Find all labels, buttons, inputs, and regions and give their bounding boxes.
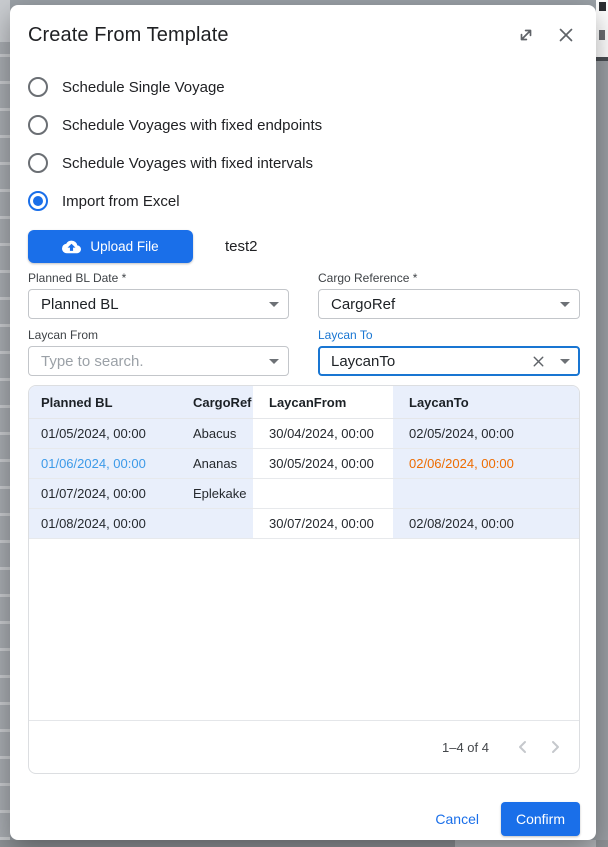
pagination-prev-button[interactable] bbox=[507, 731, 539, 763]
background-text-fragment bbox=[599, 2, 606, 11]
chevron-right-icon bbox=[545, 737, 565, 757]
mapping-fields: Planned BL Date * Cargo Reference * Layc… bbox=[28, 271, 580, 376]
table-cell: 30/04/2024, 00:00 bbox=[253, 419, 393, 448]
laycan-from-select[interactable] bbox=[28, 346, 289, 376]
pagination-next-button[interactable] bbox=[539, 731, 571, 763]
planned-bl-date-input[interactable] bbox=[41, 296, 262, 313]
table-cell bbox=[253, 479, 393, 508]
voyage-type-radio-group: Schedule Single Voyage Schedule Voyages … bbox=[28, 68, 580, 220]
dialog-header: Create From Template bbox=[28, 20, 580, 50]
table-cell: 30/05/2024, 00:00 bbox=[253, 449, 393, 478]
close-dialog-button[interactable] bbox=[552, 21, 580, 49]
radio-label: Import from Excel bbox=[62, 193, 180, 210]
background-content-right bbox=[596, 0, 608, 847]
clear-laycan-to-button[interactable] bbox=[530, 353, 547, 370]
radio-option-fixed-endpoints[interactable]: Schedule Voyages with fixed endpoints bbox=[28, 106, 580, 144]
column-header-laycanto[interactable]: LaycanTo bbox=[393, 386, 579, 418]
cloud-upload-icon bbox=[62, 239, 81, 254]
close-icon bbox=[556, 25, 576, 45]
table-empty-area bbox=[29, 539, 579, 720]
table-cell: 30/07/2024, 00:00 bbox=[253, 509, 393, 538]
radio-label: Schedule Voyages with fixed intervals bbox=[62, 155, 313, 172]
radio-option-import-from-excel[interactable]: Import from Excel bbox=[28, 182, 580, 220]
create-from-template-dialog: Create From Template Schedule Single Voy… bbox=[10, 5, 596, 840]
cargo-reference-input[interactable] bbox=[331, 296, 553, 313]
column-header-cargoref[interactable]: CargoRef bbox=[181, 386, 253, 418]
table-cell: 01/07/2024, 00:00 bbox=[29, 479, 181, 508]
dialog-title: Create From Template bbox=[28, 24, 500, 47]
radio-option-fixed-intervals[interactable]: Schedule Voyages with fixed intervals bbox=[28, 144, 580, 182]
background-divider bbox=[596, 57, 608, 61]
radio-unchecked-icon bbox=[28, 115, 48, 135]
background-text-fragment bbox=[599, 30, 605, 40]
table-cell: Abacus bbox=[181, 419, 253, 448]
chevron-left-icon bbox=[513, 737, 533, 757]
table-cell: Eplekake bbox=[181, 479, 253, 508]
radio-unchecked-icon bbox=[28, 153, 48, 173]
table-cell: 02/08/2024, 00:00 bbox=[393, 509, 579, 538]
uploaded-file-name: test2 bbox=[225, 238, 258, 255]
open-in-full-icon bbox=[516, 25, 536, 45]
planned-bl-date-select[interactable] bbox=[28, 289, 289, 319]
table-cell bbox=[393, 479, 579, 508]
planned-bl-date-label: Planned BL Date * bbox=[28, 271, 289, 285]
table-cell: 01/06/2024, 00:00 bbox=[29, 449, 181, 478]
table-cell bbox=[181, 509, 253, 538]
radio-label: Schedule Voyages with fixed endpoints bbox=[62, 117, 322, 134]
chevron-down-icon[interactable] bbox=[560, 359, 570, 364]
confirm-button[interactable]: Confirm bbox=[501, 802, 580, 836]
cargo-reference-label: Cargo Reference * bbox=[318, 271, 580, 285]
table-row: 01/07/2024, 00:00 Eplekake bbox=[29, 479, 579, 509]
field-cargo-reference: Cargo Reference * bbox=[318, 271, 580, 319]
field-planned-bl-date: Planned BL Date * bbox=[28, 271, 289, 319]
table-cell: 02/05/2024, 00:00 bbox=[393, 419, 579, 448]
chevron-down-icon[interactable] bbox=[269, 302, 279, 307]
radio-label: Schedule Single Voyage bbox=[62, 79, 225, 96]
pagination-range: 1–4 of 4 bbox=[442, 740, 489, 755]
cargo-reference-select[interactable] bbox=[318, 289, 580, 319]
table-cell: 01/08/2024, 00:00 bbox=[29, 509, 181, 538]
table-cell: 01/05/2024, 00:00 bbox=[29, 419, 181, 448]
radio-checked-icon bbox=[28, 191, 48, 211]
laycan-from-input[interactable] bbox=[41, 353, 262, 370]
upload-file-button[interactable]: Upload File bbox=[28, 230, 193, 263]
table-row: 01/05/2024, 00:00 Abacus 30/04/2024, 00:… bbox=[29, 419, 579, 449]
table-pagination: 1–4 of 4 bbox=[29, 720, 579, 773]
background-content-left bbox=[0, 0, 10, 847]
laycan-from-label: Laycan From bbox=[28, 328, 289, 342]
laycan-to-input[interactable] bbox=[331, 353, 530, 370]
column-header-laycanfrom[interactable]: LaycanFrom bbox=[253, 386, 393, 418]
radio-option-schedule-single-voyage[interactable]: Schedule Single Voyage bbox=[28, 68, 580, 106]
column-header-planned-bl[interactable]: Planned BL bbox=[29, 386, 181, 418]
chevron-down-icon[interactable] bbox=[560, 302, 570, 307]
table-row: 01/06/2024, 00:00 Ananas 30/05/2024, 00:… bbox=[29, 449, 579, 479]
close-icon bbox=[530, 353, 547, 370]
background-content-bottom bbox=[0, 840, 608, 847]
upload-button-label: Upload File bbox=[90, 239, 158, 254]
laycan-to-select[interactable] bbox=[318, 346, 580, 376]
cancel-button[interactable]: Cancel bbox=[427, 805, 487, 833]
table-cell: 02/06/2024, 00:00 bbox=[393, 449, 579, 478]
laycan-to-label: Laycan To bbox=[318, 328, 580, 342]
upload-row: Upload File test2 bbox=[28, 230, 580, 263]
field-laycan-to: Laycan To bbox=[318, 328, 580, 376]
import-preview-table: Planned BL CargoRef LaycanFrom LaycanTo … bbox=[28, 385, 580, 774]
field-laycan-from: Laycan From bbox=[28, 328, 289, 376]
table-cell: Ananas bbox=[181, 449, 253, 478]
expand-dialog-button[interactable] bbox=[512, 21, 540, 49]
table-row: 01/08/2024, 00:00 30/07/2024, 00:00 02/0… bbox=[29, 509, 579, 539]
radio-unchecked-icon bbox=[28, 77, 48, 97]
table-header-row: Planned BL CargoRef LaycanFrom LaycanTo bbox=[29, 386, 579, 419]
chevron-down-icon[interactable] bbox=[269, 359, 279, 364]
dialog-footer: Cancel Confirm bbox=[28, 802, 580, 836]
